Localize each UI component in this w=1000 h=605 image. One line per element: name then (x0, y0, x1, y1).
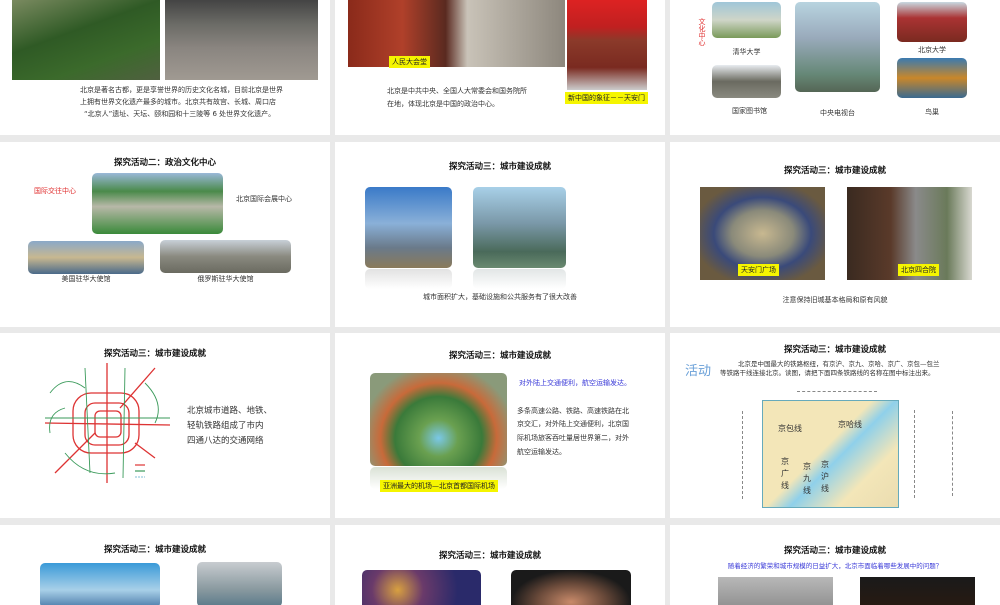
russia-embassy-photo (160, 240, 291, 273)
tiananmen-flag-photo (567, 0, 647, 90)
night-traffic-photo (860, 577, 975, 605)
rail-stations-top (797, 391, 877, 392)
slide-text-line: 在地，体现北京是中国的政治中心。 (387, 100, 499, 108)
cctv-photo (795, 2, 880, 92)
slide-text-line: 北京城市道路、地铁、 (187, 406, 273, 416)
airport-caption: 亚洲最大的机场—北京首都国际机场 (380, 480, 498, 492)
slide-caption: 注意保持旧城基本格局和原有风貌 (782, 296, 888, 304)
slide-title: 探究活动三：城市建设成就 (783, 166, 886, 176)
tiananmen-square-label: 天安门广场 (738, 264, 779, 276)
slide-thumbnail-2[interactable]: 人民大会堂 新中国的象征－－天安门 北京是中共中央、全国人大常委会和国务院所 在… (335, 0, 665, 135)
great-hall-photo (348, 0, 565, 67)
slide-thumbnail-7[interactable]: 探究活动三：城市建设成就 北京城市道路、地铁、 轻轨铁路组成了市内 四通八达的交… (0, 333, 330, 518)
slide-text-line: 京交汇，对外陆上交通便利，北京国 (517, 420, 629, 428)
caption-birds-nest: 鸟巢 (925, 108, 939, 116)
slide-thumbnail-6[interactable]: 探究活动三：城市建设成就 天安门广场 北京四合院 注意保持旧城基本格局和原有风貌 (670, 142, 1000, 327)
slide-text-line: 四通八达的交通网络 (187, 436, 264, 446)
peking-university-photo (897, 2, 967, 42)
caption-cctv: 中央电视台 (820, 109, 855, 117)
map-label-jingguang: 京广线 (781, 457, 789, 490)
slide-text-line: “北京人”遗址、天坛、颐和园和十三陵等 6 处世界文化遗产。 (84, 110, 276, 118)
rail-stations-right-1 (914, 410, 915, 498)
slide-caption: 城市面积扩大，基础设施和公共服务有了很大改善 (423, 293, 577, 301)
caption-tsinghua: 清华大学 (732, 48, 761, 56)
slide-thumbnail-10[interactable]: 探究活动三：城市建设成就 (0, 525, 330, 605)
slide-title: 探究活动三：城市建设成就 (448, 351, 551, 361)
slide-text-line: 际机场旅客吞吐量居世界第二，对外 (517, 434, 629, 442)
birds-nest-photo (897, 58, 967, 98)
tsinghua-photo (712, 2, 781, 38)
slide-thumbnail-9[interactable]: 探究活动三：城市建设成就 活动 北京是中国最大的铁路枢纽，有京沪、京九、京哈、京… (670, 333, 1000, 518)
slide-thumbnail-3[interactable]: 文化中心 清华大学 国家图书馆 中央电视台 北京大学 鸟巢 (670, 0, 1000, 135)
great-hall-label: 人民大会堂 (389, 56, 430, 68)
slide-title: 探究活动三：城市建设成就 (103, 349, 206, 359)
slide-thumbnail-5[interactable]: 探究活动三：城市建设成就 城市面积扩大，基础设施和公共服务有了很大改善 (335, 142, 665, 327)
slide-title: 探究活动三：城市建设成就 (783, 345, 886, 355)
development-question: 随着经济的繁荣和城市规模的日益扩大，北京市面临着哪些发展中的问题？ (727, 562, 943, 570)
city-skyline-photo-1 (365, 187, 452, 268)
slide-title: 探究活动三：城市建设成就 (438, 551, 541, 561)
slide-text-line: 轻轨铁路组成了市内 (187, 421, 264, 431)
city-skyline-photo-2 (473, 187, 566, 268)
transport-highlight: 对外陆上交通便利，航空运输发达。 (519, 379, 631, 387)
factory-photo (197, 562, 282, 605)
slide-thumbnail-8[interactable]: 探究活动三：城市建设成就 亚洲最大的机场—北京首都国际机场 对外陆上交通便利，航… (335, 333, 665, 518)
map-label-jinghu: 京沪线 (821, 460, 829, 493)
ming-tombs-photo (12, 0, 160, 80)
slide-thumbnail-1[interactable]: 北京是著名古都，更是享誉世界的历史文化名城，目前北京是世界 上拥有世界文化遗产最… (0, 0, 330, 135)
slide-text-line: 航空运输发达。 (517, 448, 566, 456)
us-embassy-photo (28, 241, 144, 274)
photo-reflection (365, 269, 452, 289)
slide-text-line: 北京是著名古都，更是享誉世界的历史文化名城，目前北京是世界 (80, 86, 283, 94)
map-label-jingjiu: 京九线 (803, 462, 811, 495)
photo-reflection (473, 269, 566, 289)
exhibition-center-photo (92, 173, 223, 234)
capital-airport-photo (370, 373, 507, 466)
beijing-road-network-map (45, 363, 170, 483)
zhoukoudian-photo (165, 0, 318, 80)
siheyuan-label: 北京四合院 (898, 264, 939, 276)
national-library-photo (712, 65, 781, 98)
slide-title: 探究活动二：政治文化中心 (113, 158, 216, 168)
culture-center-label: 文化中心 (698, 18, 706, 46)
intl-exchange-label: 国际交往中心 (34, 187, 76, 195)
caption-pku: 北京大学 (918, 46, 946, 54)
slide-thumbnail-12[interactable]: 探究活动三：城市建设成就 随着经济的繁荣和城市规模的日益扩大，北京市面临着哪些发… (670, 525, 1000, 605)
map-label-jingbao: 京包线 (778, 424, 802, 433)
slide-text-line: 北京是中共中央、全国人大常委会和国务院所 (387, 87, 527, 95)
slide-title: 探究活动三：城市建设成就 (103, 545, 206, 555)
exhibition-center-label: 北京国际会展中心 (236, 195, 292, 203)
slide-text-line: 上拥有世界文化遗产最多的城市。北京共有故宫、长城、周口店 (80, 98, 276, 106)
slide-title: 探究活动三：城市建设成就 (783, 546, 886, 556)
slide-text-line: 北京是中国最大的铁路枢纽，有京沪、京九、京哈、京广、京包—包兰 (738, 360, 940, 368)
rail-stations-left (742, 411, 743, 499)
map-label-jingha: 京哈线 (838, 420, 862, 429)
tiananmen-label: 新中国的象征－－天安门 (565, 92, 648, 104)
slide-text-line: 等铁路干线连接北京。读图，请把下面四条铁路线的名称在图中标注出来。 (720, 369, 935, 377)
map-legend (135, 464, 145, 478)
caption-russia-embassy: 俄罗斯驻华大使馆 (197, 275, 254, 283)
slide-thumbnail-11[interactable]: 探究活动三：城市建设成就 (335, 525, 665, 605)
rail-stations-right-2 (952, 411, 953, 496)
activity-tag: 活动 (685, 364, 712, 379)
caption-us-embassy: 美国驻华大使馆 (61, 275, 111, 283)
slide-thumbnail-4[interactable]: 探究活动二：政治文化中心 国际交往中心 北京国际会展中心 美国驻华大使馆 俄罗斯… (0, 142, 330, 327)
railway-map: 京包线 京哈线 京广线 京九线 京沪线 (762, 400, 899, 508)
slide-title: 探究活动三：城市建设成就 (448, 162, 551, 172)
smog-city-photo (718, 577, 833, 605)
slide-text-line: 多条高速公路、铁路、高速铁路在北 (517, 407, 629, 415)
modern-buildings-photo (40, 563, 160, 605)
caption-library: 国家图书馆 (732, 107, 767, 115)
